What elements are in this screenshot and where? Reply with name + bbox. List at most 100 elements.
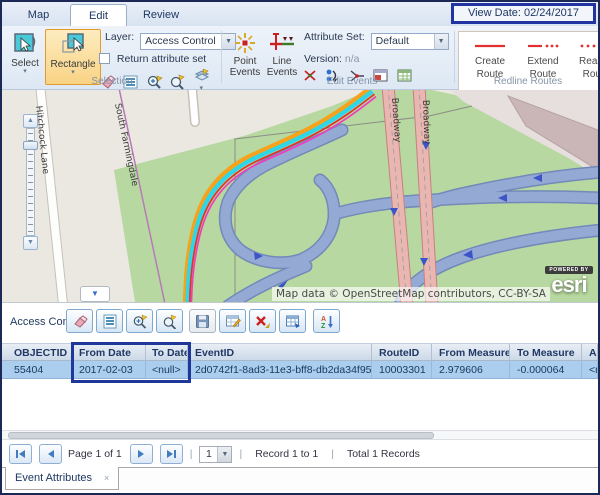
delete-selected-button[interactable]	[249, 309, 276, 333]
sort-button[interactable]: A Z	[313, 309, 340, 333]
next-page-button[interactable]	[130, 444, 153, 464]
first-page-button[interactable]	[9, 444, 32, 464]
view-date-indicator[interactable]: View Date: 02/24/2017	[451, 3, 596, 24]
column-header[interactable]: From Date	[72, 344, 146, 360]
zoom-arrow-icon	[162, 314, 178, 329]
cell-from-measure[interactable]: 2.979606	[432, 361, 510, 378]
show-all-records-button[interactable]	[96, 309, 123, 333]
edit-attributes-button[interactable]	[219, 309, 246, 333]
event-attributes-tab-label: Event Attributes	[15, 472, 92, 484]
column-header[interactable]: RouteID	[372, 344, 432, 360]
page-select[interactable]: 1 ▼	[199, 446, 232, 463]
cell-from-date[interactable]: 2017-02-03	[72, 361, 146, 378]
selection-layers-button[interactable]: ▾	[193, 68, 210, 84]
page-indicator: Page 1 of 1	[68, 448, 122, 460]
attribute-set-label: Attribute Set:	[304, 31, 365, 43]
scrollbar-thumb[interactable]	[8, 432, 434, 439]
realign-route-button[interactable]: Realign Route	[571, 40, 600, 81]
point-events-label: Point Events	[230, 56, 261, 78]
separator: |	[190, 448, 193, 460]
collapse-panel-button[interactable]: ▼	[80, 286, 110, 302]
tab-map[interactable]: Map	[10, 4, 67, 26]
version-row: Version: n/a	[304, 53, 359, 65]
table-rows-icon	[102, 314, 118, 329]
select-button[interactable]: Select ▾	[7, 29, 43, 85]
tab-review[interactable]: Review	[130, 4, 192, 26]
close-icon[interactable]: ×	[104, 473, 109, 483]
chevron-down-icon: ▾	[46, 70, 100, 75]
point-events-button[interactable]: Point Events	[226, 29, 264, 85]
extend-route-icon	[525, 42, 561, 50]
selection-group-label: Selection	[42, 76, 182, 87]
tab-event-attributes[interactable]: Event Attributes ×	[5, 467, 119, 490]
horizontal-scrollbar[interactable]	[2, 430, 598, 440]
save-button[interactable]	[189, 309, 216, 333]
layer-row: Layer: Access Control ▼	[105, 31, 236, 50]
table-grid-icon	[285, 314, 301, 329]
bottom-tab-strip: Event Attributes ×	[2, 467, 598, 494]
edit-table-icon	[225, 314, 241, 329]
create-route-button[interactable]: Create Route	[465, 40, 515, 81]
pagination-bar: Page 1 of 1 | 1 ▼ | Record 1 to 1 | Tota…	[2, 441, 598, 467]
column-header[interactable]: OBJECTID	[2, 344, 72, 360]
table-row[interactable]: 55404 2017-02-03 <null> 2d0742f1-8ad3-11…	[2, 361, 598, 379]
cell-eventid[interactable]: 2d0742f1-8ad3-11e3-bff8-db2da34f95fe	[188, 361, 372, 378]
zoom-out-button[interactable]: ▼	[23, 236, 38, 250]
cell-objectid[interactable]: 55404	[2, 361, 72, 378]
version-label: Version:	[304, 53, 342, 65]
ribbon: Select ▾ Rectangle ▾ Layer: Access Contr…	[2, 26, 598, 90]
return-attr-row: Return attribute set	[99, 53, 206, 65]
pan-to-selected-button[interactable]	[156, 309, 183, 333]
redline-group-label: Redline Routes	[458, 76, 598, 87]
zoom-handle[interactable]	[23, 141, 38, 150]
cell-to-date[interactable]: <null>	[146, 361, 188, 378]
column-header[interactable]: From Measure	[432, 344, 510, 360]
attribute-set-dropdown[interactable]: Default ▼	[371, 33, 449, 50]
tab-edit[interactable]: Edit	[70, 4, 127, 26]
column-header[interactable]: To Measure	[510, 344, 582, 360]
extend-route-button[interactable]: Extend Route	[518, 40, 568, 81]
first-page-icon	[15, 449, 26, 459]
zoom-to-selected-button[interactable]	[126, 309, 153, 333]
previous-page-button[interactable]	[39, 444, 62, 464]
edit-events-group-label: Edit Events	[282, 76, 422, 87]
map-attribution: Map data © OpenStreetMap contributors, C…	[272, 287, 550, 301]
next-page-icon	[137, 449, 146, 459]
show-selected-records-button[interactable]	[279, 309, 306, 333]
return-attribute-set-checkbox[interactable]	[99, 53, 110, 64]
attribute-table: OBJECTID From Date To Date EventID Route…	[2, 343, 598, 379]
esri-brand: esri	[543, 272, 595, 298]
esri-logo: POWERED BY esri	[543, 258, 595, 298]
previous-page-icon	[46, 449, 55, 459]
ribbon-separator	[454, 31, 455, 83]
zoom-plus-icon	[132, 314, 148, 329]
record-range: Record 1 to 1	[255, 448, 318, 460]
create-route-icon	[472, 42, 508, 50]
top-tab-bar: Map Edit Review View Date: 02/24/2017	[2, 2, 598, 26]
cell-routeid[interactable]: 10003301	[372, 361, 432, 378]
cell-access[interactable]: <null>	[582, 361, 598, 378]
column-header[interactable]: EventID	[188, 344, 372, 360]
last-page-button[interactable]	[160, 444, 183, 464]
column-header[interactable]: Access	[582, 344, 598, 360]
road-label-broadway-right: Broadway	[420, 100, 432, 146]
cell-to-measure[interactable]: -0.000064	[510, 361, 582, 378]
zoom-track[interactable]	[26, 128, 35, 236]
line-events-icon	[269, 31, 295, 55]
zoom-in-button[interactable]: ▲	[23, 114, 38, 128]
separator: |	[239, 448, 242, 460]
separator: |	[331, 448, 334, 460]
delete-icon	[255, 314, 271, 329]
clear-selection-button[interactable]	[66, 309, 93, 333]
layers-icon	[193, 69, 210, 81]
sort-az-icon: A Z	[319, 314, 335, 329]
line-events-label: Line Events	[267, 56, 298, 78]
save-icon	[195, 314, 210, 329]
map-graphics: Hitchcock Lane South Farmingdale Broadwa…	[2, 90, 598, 302]
return-attribute-set-label: Return attribute set	[117, 53, 206, 65]
eraser-icon	[72, 314, 88, 329]
map-canvas[interactable]: Hitchcock Lane South Farmingdale Broadwa…	[2, 90, 598, 302]
column-header[interactable]: To Date	[146, 344, 188, 360]
zoom-slider[interactable]: ▲ ▼	[23, 114, 38, 250]
version-value: n/a	[345, 53, 360, 65]
